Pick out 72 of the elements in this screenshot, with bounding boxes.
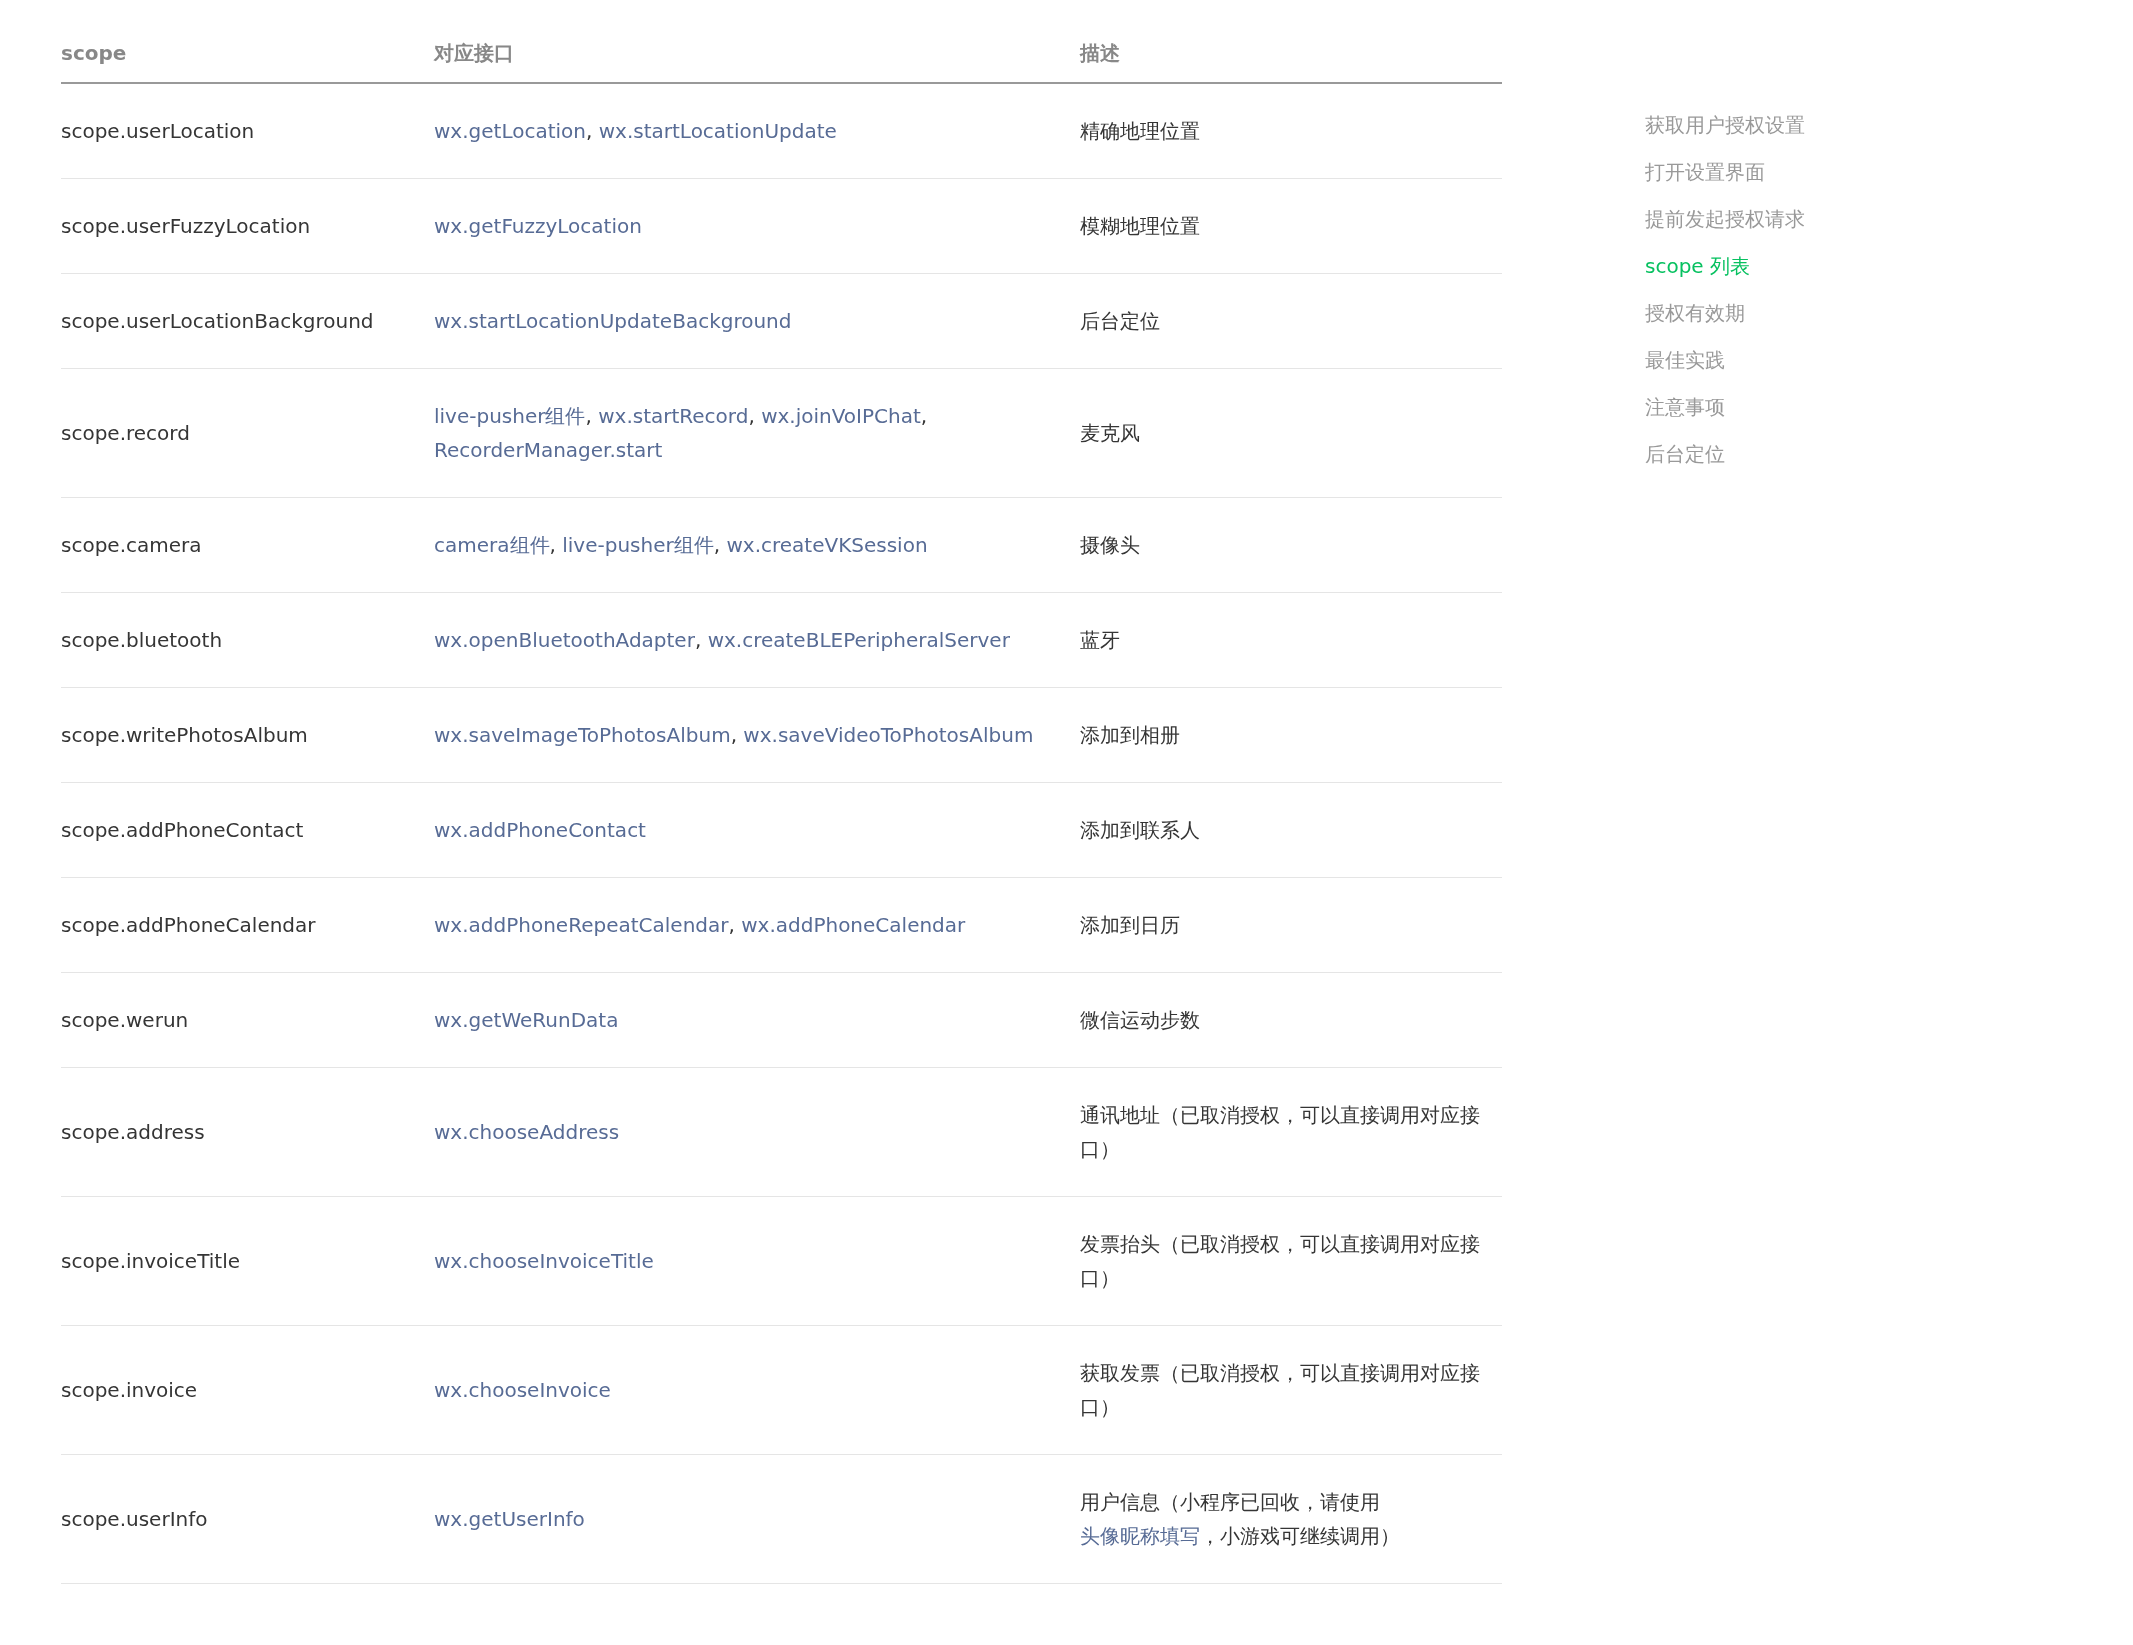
api-link[interactable]: wx.openBluetoothAdapter (434, 628, 695, 652)
toc-link[interactable]: 打开设置界面 (1645, 155, 1805, 189)
toc-link[interactable]: 注意事项 (1645, 390, 1805, 424)
api-link[interactable]: wx.getLocation (434, 119, 586, 143)
column-header: 对应接口 (434, 41, 514, 65)
separator: , (694, 628, 703, 652)
description-text: 摄像头 (1080, 533, 1140, 557)
api-link[interactable]: wx.startRecord (598, 404, 749, 428)
column-header: 描述 (1080, 41, 1120, 65)
toc-link[interactable]: 后台定位 (1645, 437, 1805, 471)
toc-link[interactable]: 提前发起授权请求 (1645, 202, 1805, 236)
separator: , (920, 404, 928, 428)
scope-name: scope.address (61, 1120, 205, 1144)
api-link[interactable]: wx.createVKSession (726, 533, 928, 557)
api-link[interactable]: wx.getUserInfo (434, 1507, 585, 1531)
api-link[interactable]: wx.saveImageToPhotosAlbum (434, 723, 731, 747)
separator: , (586, 119, 594, 143)
api-link[interactable]: wx.addPhoneContact (434, 818, 646, 842)
scope-name: scope.addPhoneCalendar (61, 913, 316, 937)
separator: , (585, 404, 593, 428)
separator: , (728, 913, 736, 937)
scope-name: scope.userInfo (61, 1507, 208, 1531)
scope-name: scope.invoiceTitle (61, 1249, 241, 1273)
api-link[interactable]: wx.startLocationUpdate (598, 119, 837, 143)
api-link[interactable]: camera组件 (434, 533, 550, 557)
separator: , (713, 533, 722, 557)
scope-name: scope.bluetooth (61, 628, 223, 652)
scope-name: scope.writePhotosAlbum (61, 723, 308, 747)
api-link[interactable]: wx.chooseAddress (434, 1120, 620, 1144)
api-link[interactable]: RecorderManager.start (434, 438, 663, 462)
separator: , (748, 404, 756, 428)
description-text: 模糊地理位置 (1080, 214, 1200, 238)
api-link[interactable]: wx.chooseInvoice (434, 1378, 611, 1402)
description-text: 添加到相册 (1080, 723, 1180, 747)
separator: , (730, 723, 738, 747)
api-link[interactable]: live-pusher组件 (434, 404, 586, 428)
description-text: 添加到日历 (1080, 913, 1180, 937)
api-link[interactable]: wx.addPhoneRepeatCalendar (434, 913, 729, 937)
toc-link[interactable]: 授权有效期 (1645, 296, 1805, 330)
description-text: 后台定位 (1080, 309, 1160, 333)
description-text: ，小游戏可继续调用） (1200, 1524, 1400, 1548)
api-link[interactable]: wx.getWeRunData (434, 1008, 619, 1032)
toc-link[interactable]: 最佳实践 (1645, 343, 1805, 377)
api-link[interactable]: wx.saveVideoToPhotosAlbum (743, 723, 1034, 747)
scope-name: scope.record (61, 421, 190, 445)
scope-name: scope.userFuzzyLocation (61, 214, 311, 238)
description-text: 用户信息（小程序已回收，请使用 (1080, 1490, 1380, 1514)
scope-name: scope.userLocation (61, 119, 255, 143)
api-link[interactable]: live-pusher组件 (562, 533, 714, 557)
scope-name: scope.werun (61, 1008, 189, 1032)
description-text: 发票抬头（已取消授权，可以直接调用对应接口） (1080, 1232, 1480, 1290)
api-link[interactable]: wx.startLocationUpdateBackground (434, 309, 792, 333)
description-text: 蓝牙 (1080, 628, 1120, 652)
description-text: 获取发票（已取消授权，可以直接调用对应接口） (1080, 1361, 1480, 1419)
scope-name: scope.invoice (61, 1378, 198, 1402)
api-link[interactable]: wx.joinVoIPChat (761, 404, 921, 428)
scope-name: scope.addPhoneContact (61, 818, 304, 842)
scope-name: scope.userLocationBackground (61, 309, 374, 333)
description-link[interactable]: 头像昵称填写 (1080, 1524, 1200, 1548)
description-text: 麦克风 (1080, 421, 1140, 445)
scope-name: scope.camera (61, 533, 202, 557)
description-text: 微信运动步数 (1080, 1008, 1200, 1032)
description-text: 添加到联系人 (1080, 818, 1200, 842)
api-link[interactable]: wx.addPhoneCalendar (741, 913, 966, 937)
column-header: scope (61, 41, 127, 65)
separator: , (549, 533, 557, 557)
api-link[interactable]: wx.getFuzzyLocation (434, 214, 642, 238)
description-text: 精确地理位置 (1080, 119, 1200, 143)
description-text: 通讯地址（已取消授权，可以直接调用对应接口） (1080, 1103, 1480, 1161)
api-link[interactable]: wx.chooseInvoiceTitle (434, 1249, 654, 1273)
toc-link[interactable]: 获取用户授权设置 (1645, 108, 1805, 142)
api-link[interactable]: wx.createBLEPeripheralServer (707, 628, 1010, 652)
